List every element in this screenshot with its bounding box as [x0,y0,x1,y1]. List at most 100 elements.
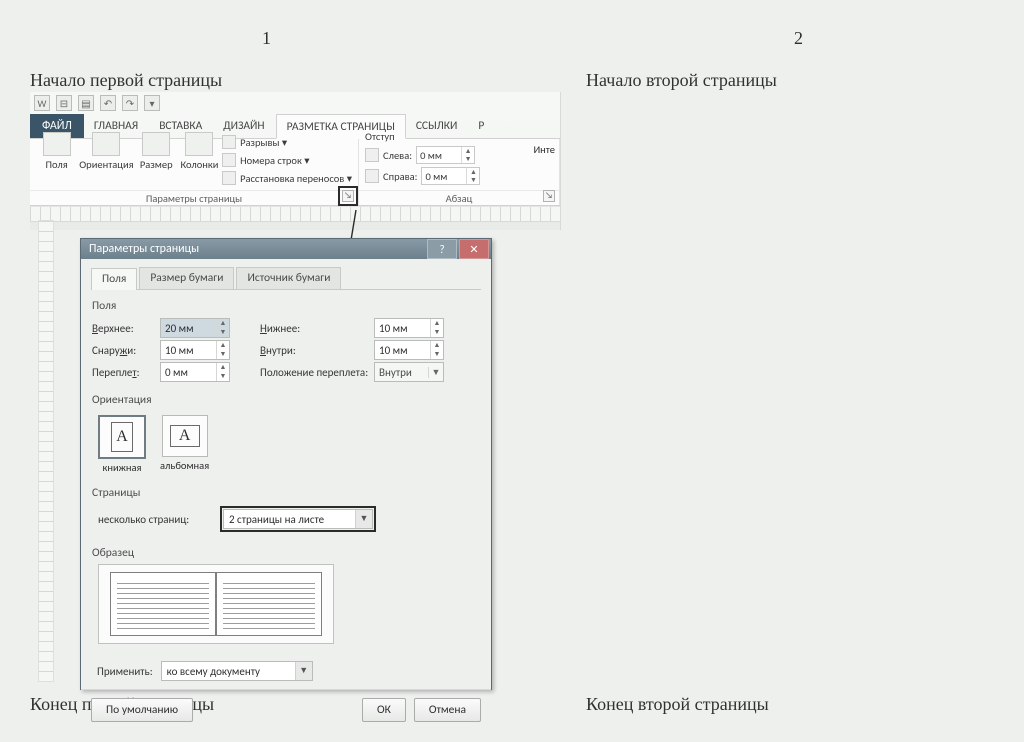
indent-right-value: 0 мм [422,170,466,183]
apply-label: Применить: [97,665,153,678]
dialog-footer: По умолчанию ОК Отмена [81,689,491,730]
bottom-margin-value: 10 мм [375,322,430,335]
margins-legend: Поля [92,299,480,313]
orientation-legend: Ориентация [92,393,480,407]
dialog-body: Поля Размер бумаги Источник бумаги Поля … [81,259,491,689]
orientation-icon [92,132,120,156]
indent-left-input[interactable]: 0 мм▲▼ [416,146,475,164]
touch-icon[interactable]: ▤ [78,95,94,111]
gutter-pos-label: Положение переплета: [260,366,370,379]
dialog-tabs: Поля Размер бумаги Источник бумаги [91,267,481,290]
default-button[interactable]: По умолчанию [91,698,193,722]
indent-left-label: Слева: [383,149,412,162]
gutter-input[interactable]: 0 мм▲▼ [160,362,230,382]
indent-title: Отступ [365,129,395,144]
margins-fieldset: Поля Верхнее: 20 мм▲▼ Нижнее: 10 мм▲▼ Сн… [91,296,481,384]
indent-left-row: Слева: 0 мм▲▼ [365,145,475,165]
orientation-fieldset: Ориентация A книжная A альбомная [91,390,481,477]
sample-fieldset: Образец [91,543,481,649]
page-setup-launcher[interactable]: ↘ [342,190,354,202]
line-numbers-label: Номера строк ▾ [240,154,309,167]
gutter-pos-value: Внутри [375,366,428,379]
horizontal-ruler [30,206,560,222]
margins-label: Поля [46,158,68,171]
cancel-button[interactable]: Отмена [414,698,481,722]
size-button[interactable]: Размер [136,132,177,171]
breaks-label: Разрывы ▾ [240,136,287,149]
apply-row: Применить: ко всему документу ▼ [91,655,481,681]
inside-margin-value: 10 мм [375,344,430,357]
pages-fieldset: Страницы несколько страниц: 2 страницы н… [91,483,481,537]
apply-dropdown[interactable]: ко всему документу ▼ [161,661,313,681]
vertical-ruler [38,220,54,682]
gutter-value: 0 мм [161,366,216,379]
help-button[interactable]: ? [427,239,457,259]
multi-pages-label: несколько страниц: [98,513,210,526]
indent-right-icon [365,169,379,183]
outside-margin-value: 10 мм [161,344,216,357]
columns-icon [185,132,213,156]
columns-button[interactable]: Колонки [179,132,220,171]
dialog-tab-source[interactable]: Источник бумаги [236,267,341,289]
ribbon: Поля Ориентация Размер Колонки Разрывы ▾… [30,139,560,206]
apply-value: ко всему документу [162,665,295,678]
document-area [30,222,560,230]
redo-icon[interactable]: ↷ [122,95,138,111]
outside-margin-input[interactable]: 10 мм▲▼ [160,340,230,360]
dialog-tab-margins[interactable]: Поля [91,268,137,290]
undo-icon[interactable]: ↶ [100,95,116,111]
ribbon-group-page-setup: Поля Ориентация Размер Колонки Разрывы ▾… [30,139,359,205]
qat-dropdown-icon[interactable]: ▾ [144,95,160,111]
orientation-landscape[interactable]: A альбомная [160,415,209,474]
orientation-label: Ориентация [79,158,133,171]
multi-pages-highlight: 2 страницы на листе ▼ [220,506,376,532]
dialog-tab-paper[interactable]: Размер бумаги [139,267,234,289]
save-icon[interactable]: ⊟ [56,95,72,111]
orientation-portrait[interactable]: A книжная [98,415,146,474]
indent-left-value: 0 мм [417,149,461,162]
dialog-title: Параметры страницы [89,242,199,256]
close-button[interactable]: ✕ [459,239,489,259]
chevron-down-icon: ▼ [355,510,372,528]
word-window: W ⊟ ▤ ↶ ↷ ▾ ФАЙЛ ГЛАВНАЯ ВСТАВКА ДИЗАЙН … [30,92,561,230]
gutter-label: Переплет: [92,366,156,379]
top-margin-label: Верхнее: [92,322,156,335]
orientation-landscape-label: альбомная [160,459,209,472]
indent-right-input[interactable]: 0 мм▲▼ [421,167,480,185]
word-icon: W [34,95,50,111]
dialog-titlebar: Параметры страницы ? ✕ [81,239,491,259]
indent-right-row: Справа: 0 мм▲▼ [365,166,480,186]
margins-button[interactable]: Поля [36,132,77,171]
page-setup-group-label: Параметры страницы [30,190,358,205]
sample-sheet-left [110,572,216,636]
multi-pages-dropdown[interactable]: 2 страницы на листе ▼ [223,509,373,529]
gutter-pos-dropdown[interactable]: Внутри▼ [374,362,444,382]
top-margin-value: 20 мм [161,322,216,335]
quick-access-toolbar: W ⊟ ▤ ↶ ↷ ▾ [30,92,560,114]
margins-icon [43,132,71,156]
breaks-menu[interactable]: Разрывы ▾ [222,134,352,150]
columns-label: Колонки [180,158,218,171]
bottom-margin-input[interactable]: 10 мм▲▼ [374,318,444,338]
ok-button[interactable]: ОК [362,698,406,722]
caption-top-right: Начало второй страницы [586,70,777,91]
caption-top-left: Начало первой страницы [30,70,222,91]
spacing-cut: Инте [533,143,555,157]
inside-margin-label: Внутри: [260,344,370,357]
hyphenation-icon [222,171,236,185]
chevron-down-icon: ▼ [295,662,312,680]
paragraph-group-label: Абзац [359,190,559,205]
sample-legend: Образец [92,546,480,560]
page-setup-dialog: Параметры страницы ? ✕ Поля Размер бумаг… [80,238,492,690]
indent-left-icon [365,148,379,162]
hyphenation-menu[interactable]: Расстановка переносов ▾ [222,170,352,186]
line-numbers-menu[interactable]: Номера строк ▾ [222,152,352,168]
size-label: Размер [140,158,173,171]
orientation-button[interactable]: Ориентация [79,132,133,171]
indent-right-label: Справа: [383,170,417,183]
top-margin-input[interactable]: 20 мм▲▼ [160,318,230,338]
inside-margin-input[interactable]: 10 мм▲▼ [374,340,444,360]
caption-bottom-right: Конец второй страницы [586,694,769,715]
paragraph-launcher[interactable]: ↘ [543,190,555,202]
size-icon [142,132,170,156]
